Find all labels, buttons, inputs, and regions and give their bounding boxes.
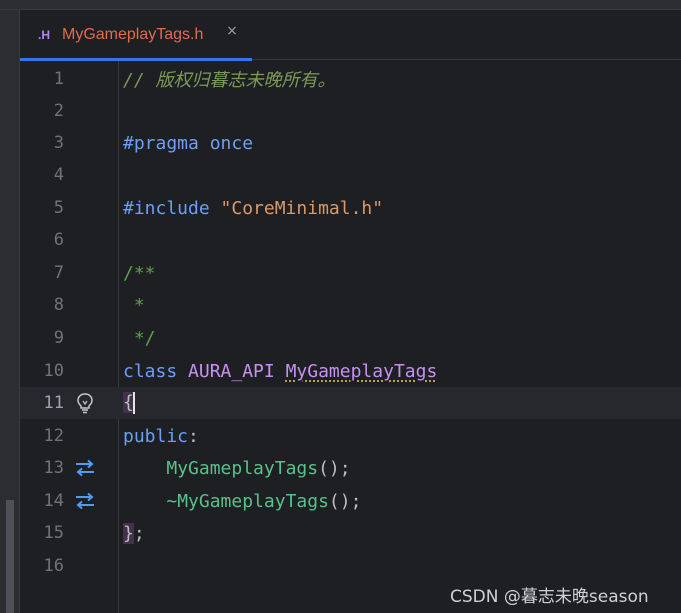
doc-comment[interactable]: */ [123, 328, 156, 349]
text-caret [132, 392, 135, 414]
header-file-icon: .H [38, 28, 50, 42]
code-line: 9 */ [20, 322, 681, 354]
line-number: 4 [53, 165, 64, 185]
line-number: 14 [43, 491, 64, 511]
watermark: CSDN @暮志未晚season [450, 587, 649, 607]
constructor-name: MyGameplayTags [166, 457, 319, 479]
line-number: 13 [43, 458, 64, 478]
code-line: 6 [20, 224, 681, 256]
rail-scroll-thumb[interactable] [6, 500, 14, 613]
code-line-current: 11 { [20, 387, 681, 419]
code-line: 13 MyGameplayTags(); [20, 452, 681, 484]
lightbulb-icon[interactable] [74, 392, 96, 414]
ide-window: .H MyGameplayTags.h × 1 // 版权归暮志未晚所有。 2 … [0, 0, 681, 613]
line-number: 6 [53, 230, 64, 250]
line-number: 16 [43, 556, 64, 576]
navigate-implementation-icon[interactable] [74, 457, 96, 479]
code-text[interactable]: MyGameplayTags(); [123, 457, 350, 479]
code-line: 14 ~MyGameplayTags(); [20, 485, 681, 517]
api-macro: AURA_API [177, 360, 275, 382]
line-number: 5 [53, 198, 64, 218]
code-text[interactable]: { [123, 392, 135, 414]
class-name: MyGameplayTags [285, 360, 438, 382]
left-tool-rail [0, 10, 20, 613]
code-line: 4 [20, 159, 681, 191]
code-line: 15 }; [20, 517, 681, 549]
class-keyword: class [123, 360, 178, 382]
code-text[interactable]: ~MyGameplayTags(); [123, 491, 361, 512]
pragma-keyword: #pragma [123, 132, 199, 154]
code-line: 7 /** [20, 257, 681, 289]
code-line: 12 public: [20, 420, 681, 452]
doc-comment[interactable]: * [123, 295, 145, 316]
line-number: 12 [43, 426, 64, 446]
code-text[interactable]: #pragma once [123, 133, 253, 154]
public-keyword: public [123, 425, 189, 447]
line-number: 3 [53, 133, 64, 153]
line-number: 9 [53, 328, 64, 348]
line-number: 15 [43, 523, 64, 543]
code-text[interactable]: #include "CoreMinimal.h" [123, 198, 383, 219]
navigate-implementation-icon[interactable] [74, 490, 96, 512]
code-line: 16 [20, 550, 681, 582]
code-line: 10 class AURA_API MyGameplayTags [20, 355, 681, 387]
code-line: 8 * [20, 289, 681, 321]
code-line: 2 [20, 95, 681, 127]
code-line: 1 // 版权归暮志未晚所有。 [20, 63, 681, 95]
code-line: 3 #pragma once [20, 127, 681, 159]
top-toolbar [0, 0, 681, 10]
include-keyword: #include [123, 197, 210, 219]
line-number: 7 [53, 263, 64, 283]
line-number: 10 [43, 361, 64, 381]
line-number: 1 [53, 69, 64, 89]
destructor-name: ~MyGameplayTags [166, 490, 329, 512]
comment: // 版权归暮志未晚所有。 [123, 70, 336, 91]
tab-title: MyGameplayTags.h [62, 26, 204, 43]
doc-comment[interactable]: /** [123, 263, 156, 284]
code-text[interactable]: public: [123, 426, 199, 447]
code-editor[interactable]: 1 // 版权归暮志未晚所有。 2 3 #pragma once 4 5 #in… [20, 61, 681, 613]
close-brace: } [123, 522, 134, 544]
code-text[interactable]: // 版权归暮志未晚所有。 [123, 66, 336, 92]
pragma-once: once [198, 132, 254, 154]
line-number: 2 [53, 101, 64, 121]
editor-tab-bar: .H MyGameplayTags.h × [20, 10, 681, 61]
code-text[interactable]: class AURA_API MyGameplayTags [123, 361, 437, 382]
code-line: 5 #include "CoreMinimal.h" [20, 192, 681, 224]
tab-mygameplaytags-h[interactable]: .H MyGameplayTags.h × [20, 10, 252, 61]
line-number: 11 [43, 393, 64, 413]
code-text[interactable]: }; [123, 522, 145, 544]
close-icon[interactable]: × [225, 24, 239, 38]
line-number: 8 [53, 295, 64, 315]
include-path: "CoreMinimal.h" [209, 197, 384, 219]
